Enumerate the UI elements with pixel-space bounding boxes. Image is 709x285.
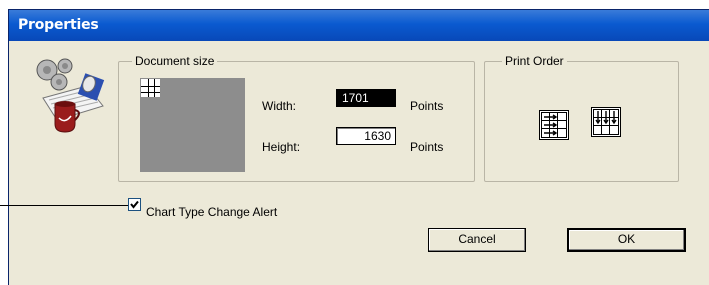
width-input[interactable]: 1701 <box>336 89 396 107</box>
window-title: Properties <box>18 17 99 33</box>
width-unit-label: Points <box>410 99 444 113</box>
properties-app-icon <box>29 54 107 136</box>
print-order-label: Print Order <box>502 54 567 68</box>
ok-button[interactable]: OK <box>567 228 686 252</box>
width-label: Width: <box>262 99 297 113</box>
cancel-button[interactable]: Cancel <box>428 228 526 252</box>
callout-leader-line <box>0 205 128 206</box>
chart-alert-label: Chart Type Change Alert <box>146 205 278 219</box>
order-across-then-down-icon[interactable] <box>539 110 569 140</box>
height-label: Height: <box>262 140 301 154</box>
print-order-group: Print Order <box>484 54 679 182</box>
title-bar[interactable]: Properties <box>9 10 709 41</box>
document-size-label: Document size <box>132 54 218 68</box>
checkmark-icon <box>130 200 139 209</box>
order-down-then-across-icon[interactable] <box>591 107 621 137</box>
height-input[interactable]: 1630 <box>336 127 396 145</box>
grid-icon <box>141 79 160 97</box>
chart-alert-checkbox[interactable] <box>128 198 141 211</box>
height-unit-label: Points <box>410 140 444 154</box>
document-preview <box>140 78 245 172</box>
